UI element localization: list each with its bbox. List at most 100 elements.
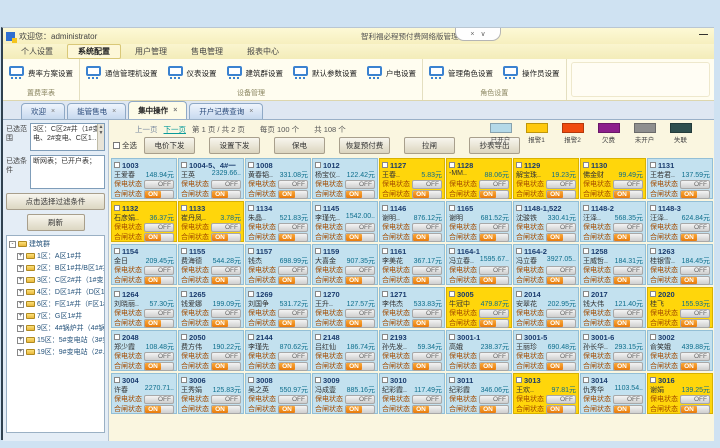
filter-button[interactable]: 点击选择过滤条件 xyxy=(6,193,105,210)
tab-close-icon[interactable]: × xyxy=(51,108,55,115)
baodian-toggle[interactable]: OFF xyxy=(479,309,509,318)
tab-close-icon[interactable]: × xyxy=(112,108,116,115)
baodian-toggle[interactable]: OFF xyxy=(412,266,442,275)
ribbon-item-费率方案设置[interactable]: 费率方案设置 xyxy=(9,66,73,80)
baodian-toggle[interactable]: OFF xyxy=(211,223,241,232)
ribbon-item-通信管理机设置[interactable]: 通信管理机设置 xyxy=(86,66,158,80)
card-checkbox[interactable] xyxy=(650,291,656,297)
doc-tab-欢迎[interactable]: 欢迎× xyxy=(21,103,65,119)
card-checkbox[interactable] xyxy=(583,248,589,254)
card-checkbox[interactable] xyxy=(315,377,321,383)
baodian-toggle[interactable]: OFF xyxy=(144,395,174,404)
menu-item-用户管理[interactable]: 用户管理 xyxy=(125,45,177,58)
baodian-toggle[interactable]: OFF xyxy=(479,352,509,361)
hezha-toggle[interactable]: ON xyxy=(345,190,375,199)
baodian-toggle[interactable]: OFF xyxy=(278,395,308,404)
hezha-toggle[interactable]: ON xyxy=(211,362,241,371)
expand-icon[interactable]: + xyxy=(17,289,24,296)
action-button-保电[interactable]: 保电 xyxy=(274,137,325,154)
tab-close-icon[interactable]: × xyxy=(173,107,177,114)
card-checkbox[interactable] xyxy=(114,291,120,297)
hezha-toggle[interactable]: ON xyxy=(412,190,442,199)
expand-icon[interactable]: + xyxy=(17,325,24,332)
tab-close-icon[interactable]: × xyxy=(249,108,253,115)
scrollbar[interactable]: ▲ ▼ xyxy=(97,124,104,150)
card-checkbox[interactable] xyxy=(315,162,321,168)
doc-tab-能管售电[interactable]: 能管售电× xyxy=(67,103,126,119)
baodian-toggle[interactable]: OFF xyxy=(211,180,241,189)
card-checkbox[interactable] xyxy=(583,162,589,168)
collapse-icon[interactable]: - xyxy=(9,241,16,248)
card-checkbox[interactable] xyxy=(516,205,522,211)
hezha-toggle[interactable]: ON xyxy=(278,190,308,199)
card-checkbox[interactable] xyxy=(382,334,388,340)
card-checkbox[interactable] xyxy=(181,377,187,383)
menu-item-售电管理[interactable]: 售电管理 xyxy=(181,45,233,58)
card-checkbox[interactable] xyxy=(382,248,388,254)
hezha-toggle[interactable]: ON xyxy=(680,276,710,285)
hezha-toggle[interactable]: ON xyxy=(546,233,576,242)
card-checkbox[interactable] xyxy=(382,291,388,297)
card-checkbox[interactable] xyxy=(181,162,187,168)
baodian-toggle[interactable]: OFF xyxy=(211,395,241,404)
card-checkbox[interactable] xyxy=(583,334,589,340)
baodian-toggle[interactable]: OFF xyxy=(479,223,509,232)
baodian-toggle[interactable]: OFF xyxy=(211,309,241,318)
baodian-toggle[interactable]: OFF xyxy=(680,395,710,404)
menu-item-报表中心[interactable]: 报表中心 xyxy=(237,45,289,58)
ribbon-item-管理角色设置[interactable]: 管理角色设置 xyxy=(429,66,493,80)
hezha-toggle[interactable]: ON xyxy=(345,319,375,328)
baodian-toggle[interactable]: OFF xyxy=(412,309,442,318)
baodian-toggle[interactable]: OFF xyxy=(546,309,576,318)
action-button-恢复预付费[interactable]: 恢复预付费 xyxy=(339,137,390,154)
hezha-toggle[interactable]: ON xyxy=(546,319,576,328)
baodian-toggle[interactable]: OFF xyxy=(680,180,710,189)
card-checkbox[interactable] xyxy=(516,162,522,168)
card-checkbox[interactable] xyxy=(181,334,187,340)
hezha-toggle[interactable]: ON xyxy=(613,362,643,371)
card-checkbox[interactable] xyxy=(449,162,455,168)
baodian-toggle[interactable]: OFF xyxy=(345,309,375,318)
baodian-toggle[interactable]: OFF xyxy=(546,266,576,275)
hezha-toggle[interactable]: ON xyxy=(345,362,375,371)
card-checkbox[interactable] xyxy=(181,248,187,254)
hezha-toggle[interactable]: ON xyxy=(144,233,174,242)
hezha-toggle[interactable]: ON xyxy=(412,405,442,414)
baodian-toggle[interactable]: OFF xyxy=(144,180,174,189)
baodian-toggle[interactable]: OFF xyxy=(613,180,643,189)
baodian-toggle[interactable]: OFF xyxy=(345,395,375,404)
baodian-toggle[interactable]: OFF xyxy=(412,223,442,232)
baodian-toggle[interactable]: OFF xyxy=(412,352,442,361)
baodian-toggle[interactable]: OFF xyxy=(278,223,308,232)
baodian-toggle[interactable]: OFF xyxy=(345,266,375,275)
hezha-toggle[interactable]: ON xyxy=(345,233,375,242)
baodian-toggle[interactable]: OFF xyxy=(144,309,174,318)
baodian-toggle[interactable]: OFF xyxy=(278,352,308,361)
hezha-toggle[interactable]: ON xyxy=(211,276,241,285)
card-checkbox[interactable] xyxy=(449,205,455,211)
baodian-toggle[interactable]: OFF xyxy=(412,180,442,189)
hezha-toggle[interactable]: ON xyxy=(278,362,308,371)
ribbon-item-操作员设置[interactable]: 操作员设置 xyxy=(503,66,560,80)
select-all-checkbox[interactable] xyxy=(113,142,120,149)
baodian-toggle[interactable]: OFF xyxy=(546,180,576,189)
hezha-toggle[interactable]: ON xyxy=(680,233,710,242)
baodian-toggle[interactable]: OFF xyxy=(479,180,509,189)
card-checkbox[interactable] xyxy=(248,334,254,340)
baodian-toggle[interactable]: OFF xyxy=(345,223,375,232)
tree-item[interactable]: +6区：F区1#井（F区1#… xyxy=(17,299,102,309)
card-checkbox[interactable] xyxy=(650,205,656,211)
hezha-toggle[interactable]: ON xyxy=(278,405,308,414)
card-checkbox[interactable] xyxy=(583,377,589,383)
baodian-toggle[interactable]: OFF xyxy=(144,352,174,361)
hezha-toggle[interactable]: ON xyxy=(680,362,710,371)
card-checkbox[interactable] xyxy=(248,162,254,168)
card-checkbox[interactable] xyxy=(650,248,656,254)
card-checkbox[interactable] xyxy=(114,377,120,383)
ribbon-toggle-widget[interactable]: × ∨ xyxy=(455,28,501,41)
baodian-toggle[interactable]: OFF xyxy=(680,309,710,318)
card-checkbox[interactable] xyxy=(583,205,589,211)
prev-page-link[interactable]: 上一页 xyxy=(135,124,158,135)
hezha-toggle[interactable]: ON xyxy=(479,362,509,371)
card-checkbox[interactable] xyxy=(114,334,120,340)
